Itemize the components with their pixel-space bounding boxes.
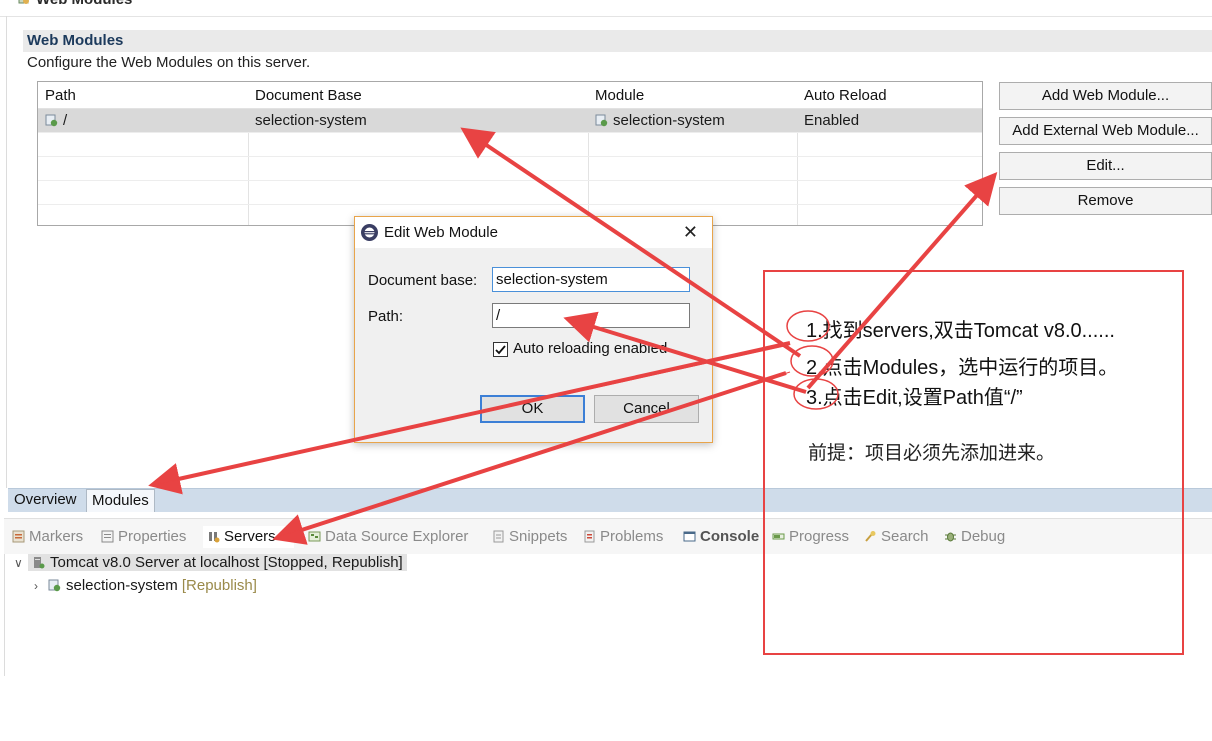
table-row (38, 181, 982, 205)
page-title: Web Modules (18, 0, 132, 9)
close-icon[interactable]: ✕ (280, 530, 290, 544)
tab-modules[interactable]: Modules (86, 489, 155, 512)
column-header-module[interactable]: Module (588, 82, 644, 109)
tab-servers-label: Servers (224, 528, 276, 545)
section-description: Configure the Web Modules on this server… (27, 54, 311, 71)
tree-item-server[interactable]: ∨ Tomcat v8.0 Server at localhost [Stoppe… (14, 552, 407, 574)
web-module-icon (45, 114, 58, 127)
cell-module: selection-system (588, 109, 725, 133)
tree-server-status: [Stopped, Republish] (263, 554, 403, 571)
table-row (38, 133, 982, 157)
tree-server-label: Tomcat v8.0 Server at localhost (50, 554, 260, 571)
table-row[interactable]: / selection-system selection-system Enab… (38, 109, 982, 133)
servers-icon (209, 532, 220, 543)
tab-markers-label: Markers (29, 528, 84, 545)
eclipse-app-icon (361, 224, 378, 241)
tomcat-server-icon (34, 557, 45, 569)
views-left-border (4, 554, 5, 676)
tree-item-module[interactable]: › selection-system [Republish] (34, 575, 257, 597)
tree-server-selected: Tomcat v8.0 Server at localhost [Stopped… (28, 554, 407, 571)
section-header[interactable]: Web Modules (23, 30, 1212, 52)
tab-console[interactable]: Console (683, 526, 759, 548)
tab-data-source-explorer-label: Data Source Explorer (325, 528, 469, 545)
cell-module-text: selection-system (613, 112, 725, 129)
checkmark-icon (495, 345, 506, 355)
dialog-title-bar[interactable]: Edit Web Module ✕ (355, 217, 712, 248)
tab-snippets[interactable]: Snippets (492, 526, 567, 548)
web-module-icon (595, 114, 608, 127)
edit-web-module-dialog: Edit Web Module ✕ Document base: selecti… (354, 216, 713, 443)
cancel-button[interactable]: Cancel (594, 395, 699, 423)
tab-data-source-explorer[interactable]: Data Source Explorer (308, 526, 468, 548)
console-icon (683, 531, 696, 542)
tab-properties[interactable]: Properties (101, 526, 186, 548)
tab-markers[interactable]: Markers (12, 526, 83, 548)
tab-snippets-label: Snippets (509, 528, 568, 545)
edit-button[interactable]: Edit... (999, 152, 1212, 180)
ok-button[interactable]: OK (480, 395, 585, 423)
tab-console-label: Console (700, 528, 760, 545)
cell-auto-reload: Enabled (804, 112, 860, 129)
dialog-title: Edit Web Module (384, 224, 498, 241)
document-base-value: selection-system (496, 271, 608, 288)
tab-properties-label: Properties (118, 528, 187, 545)
tab-problems-label: Problems (600, 528, 664, 545)
cell-path: / (38, 109, 67, 133)
document-base-label: Document base: (368, 272, 478, 289)
problems-icon (584, 530, 595, 543)
server-config-icon (18, 0, 29, 4)
close-icon[interactable]: ✕ (683, 221, 698, 243)
auto-reload-label[interactable]: Auto reloading enabled (513, 340, 667, 357)
auto-reload-checkbox[interactable] (493, 342, 508, 357)
column-header-path[interactable]: Path (38, 82, 76, 109)
web-module-icon (48, 579, 61, 592)
cell-path-text: / (63, 112, 68, 129)
snippets-icon (493, 530, 504, 543)
chevron-right-icon[interactable]: › (34, 575, 48, 597)
web-modules-table[interactable]: Path Document Base Module Auto Reload / … (37, 81, 983, 226)
annotation-step-1: 1.找到servers,双击Tomcat v8.0...... (806, 320, 1115, 342)
table-row (38, 157, 982, 181)
data-source-icon (308, 531, 321, 542)
path-input[interactable]: / (492, 303, 690, 328)
add-external-web-module-button[interactable]: Add External Web Module... (999, 117, 1212, 145)
markers-icon (12, 530, 25, 543)
annotation-step-2: 2.点击Modules，选中运行的项目。 (806, 357, 1119, 379)
tab-overview[interactable]: Overview (9, 489, 82, 512)
add-web-module-button[interactable]: Add Web Module... (999, 82, 1212, 110)
page-title-text: Web Modules (36, 0, 132, 8)
editor-left-border (6, 16, 7, 488)
properties-icon (101, 530, 114, 543)
tree-module-status: [Republish] (181, 577, 257, 594)
remove-button[interactable]: Remove (999, 187, 1212, 215)
annotation-step-3: 3.点击Edit,设置Path值“/” (806, 387, 1023, 409)
tab-servers[interactable]: Servers ✕ (203, 526, 294, 548)
document-base-input[interactable]: selection-system (492, 267, 690, 292)
path-label: Path: (368, 308, 404, 325)
title-divider (0, 16, 1212, 17)
column-header-auto-reload[interactable]: Auto Reload (797, 82, 887, 109)
table-header: Path Document Base Module Auto Reload (38, 82, 982, 109)
column-header-document-base[interactable]: Document Base (248, 82, 362, 109)
annotation-premise: 前提：项目必须先添加进来。 (808, 442, 1056, 464)
cell-document-base: selection-system (255, 112, 367, 129)
tree-module-label: selection-system (66, 577, 178, 594)
tab-problems[interactable]: Problems (583, 526, 663, 548)
chevron-down-icon[interactable]: ∨ (14, 552, 28, 574)
